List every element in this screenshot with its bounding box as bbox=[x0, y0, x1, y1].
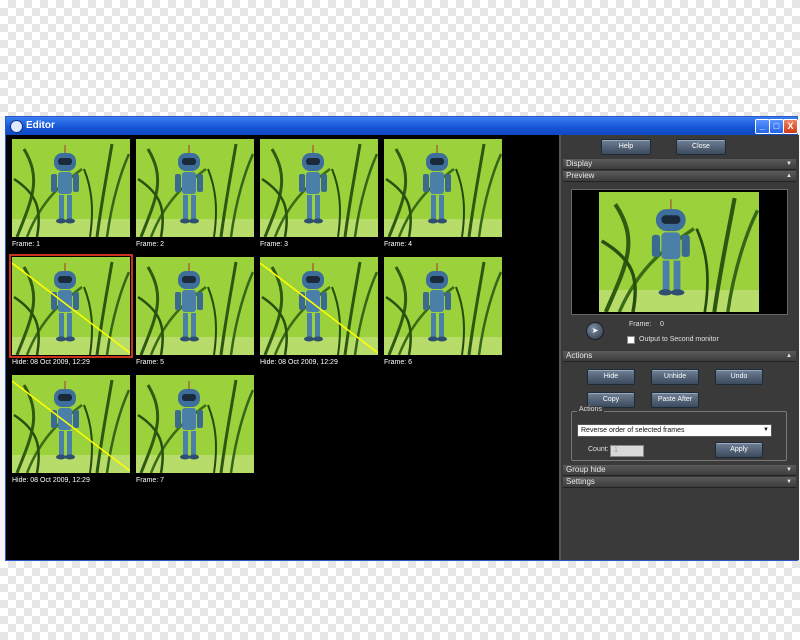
maximize-icon[interactable]: □ bbox=[769, 119, 784, 134]
frame-label: Frame: 3 bbox=[260, 241, 289, 248]
frame-thumbnail[interactable] bbox=[384, 257, 502, 355]
count-label: Count: bbox=[588, 446, 609, 453]
undo-button[interactable]: Undo bbox=[715, 369, 763, 385]
section-actions[interactable]: Actions ▲ bbox=[563, 351, 796, 362]
window-title: Editor bbox=[26, 120, 55, 131]
frame-thumbnail[interactable] bbox=[12, 375, 130, 473]
frame-label: Frame: 1 bbox=[12, 241, 41, 248]
second-monitor-checkbox[interactable] bbox=[627, 336, 635, 344]
section-display[interactable]: Display ▼ bbox=[563, 159, 796, 170]
transparency-background-top bbox=[0, 0, 800, 116]
frame-label: Frame: 7 bbox=[136, 477, 165, 484]
chevron-down-icon: ▼ bbox=[786, 479, 792, 485]
frame-label: Frame: 2 bbox=[136, 241, 165, 248]
help-button[interactable]: Help bbox=[601, 139, 651, 155]
side-panel: Help Close Display ▼ Preview ▲ ➤ Frame: … bbox=[559, 135, 799, 560]
frame-label: Hide: 08 Oct 2009, 12:29 bbox=[12, 359, 90, 366]
section-group-hide-label: Group hide bbox=[566, 465, 606, 474]
frame-image bbox=[12, 375, 130, 473]
frame-image bbox=[384, 139, 502, 237]
count-value: 1 bbox=[614, 447, 618, 454]
frame-thumbnail[interactable] bbox=[12, 139, 130, 237]
frame-thumbnail[interactable] bbox=[9, 254, 133, 358]
action-select[interactable]: Reverse order of selected frames ▼ bbox=[577, 424, 772, 437]
section-group-hide[interactable]: Group hide ▼ bbox=[563, 465, 796, 476]
unhide-button[interactable]: Unhide bbox=[651, 369, 699, 385]
frame-thumbnail[interactable] bbox=[260, 139, 378, 237]
frame-gallery: Frame: 1 Frame: 2 Frame: 3 Frame: 4 Hide… bbox=[6, 135, 559, 560]
chevron-down-icon: ▼ bbox=[786, 161, 792, 167]
chevron-down-icon: ▼ bbox=[763, 427, 769, 433]
chevron-up-icon: ▲ bbox=[786, 353, 792, 359]
section-preview[interactable]: Preview ▲ bbox=[563, 171, 796, 182]
title-bar[interactable]: Editor _ □ X bbox=[6, 117, 798, 135]
frame-thumbnail[interactable] bbox=[384, 139, 502, 237]
transparency-background-bottom bbox=[0, 560, 800, 640]
frame-image bbox=[12, 257, 130, 355]
preview-image-box bbox=[571, 189, 788, 315]
frame-image bbox=[12, 139, 130, 237]
section-actions-label: Actions bbox=[566, 351, 593, 360]
close-icon[interactable]: X bbox=[783, 119, 798, 134]
frame-label: Hide: 08 Oct 2009, 12:29 bbox=[260, 359, 338, 366]
play-icon[interactable]: ➤ bbox=[586, 322, 604, 340]
frame-image bbox=[260, 139, 378, 237]
hide-button[interactable]: Hide bbox=[587, 369, 635, 385]
action-select-value: Reverse order of selected frames bbox=[581, 427, 685, 434]
section-preview-label: Preview bbox=[566, 171, 595, 180]
frame-number-value: 0 bbox=[660, 321, 664, 328]
frame-number-label: Frame: bbox=[629, 321, 652, 328]
frame-thumbnail[interactable] bbox=[136, 139, 254, 237]
frame-image bbox=[136, 139, 254, 237]
second-monitor-label: Output to Second monitor bbox=[639, 336, 719, 343]
paste-after-button[interactable]: Paste After bbox=[651, 392, 699, 408]
count-input[interactable]: 1 bbox=[610, 445, 644, 457]
frame-label: Frame: 4 bbox=[384, 241, 413, 248]
chevron-up-icon: ▲ bbox=[786, 173, 792, 179]
frame-label: Hide: 08 Oct 2009, 12:29 bbox=[12, 477, 90, 484]
close-button[interactable]: Close bbox=[676, 139, 726, 155]
frame-thumbnail[interactable] bbox=[260, 257, 378, 355]
frame-image bbox=[136, 375, 254, 473]
actions-group-label: Actions bbox=[577, 406, 604, 413]
chevron-down-icon: ▼ bbox=[786, 467, 792, 473]
section-settings-label: Settings bbox=[566, 477, 595, 486]
frame-image bbox=[136, 257, 254, 355]
frame-image bbox=[384, 257, 502, 355]
section-display-label: Display bbox=[566, 159, 593, 168]
frame-thumbnail[interactable] bbox=[136, 375, 254, 473]
frame-image bbox=[260, 257, 378, 355]
frame-label: Frame: 6 bbox=[384, 359, 413, 366]
frame-thumbnail[interactable] bbox=[136, 257, 254, 355]
frame-label: Frame: 5 bbox=[136, 359, 165, 366]
minimize-icon[interactable]: _ bbox=[755, 119, 770, 134]
section-settings[interactable]: Settings ▼ bbox=[563, 477, 796, 488]
preview-image bbox=[599, 192, 759, 312]
app-icon bbox=[10, 120, 23, 133]
editor-window: Editor _ □ X Frame: 1 Frame: 2 Frame: 3 … bbox=[5, 116, 799, 561]
apply-button[interactable]: Apply bbox=[715, 442, 763, 458]
